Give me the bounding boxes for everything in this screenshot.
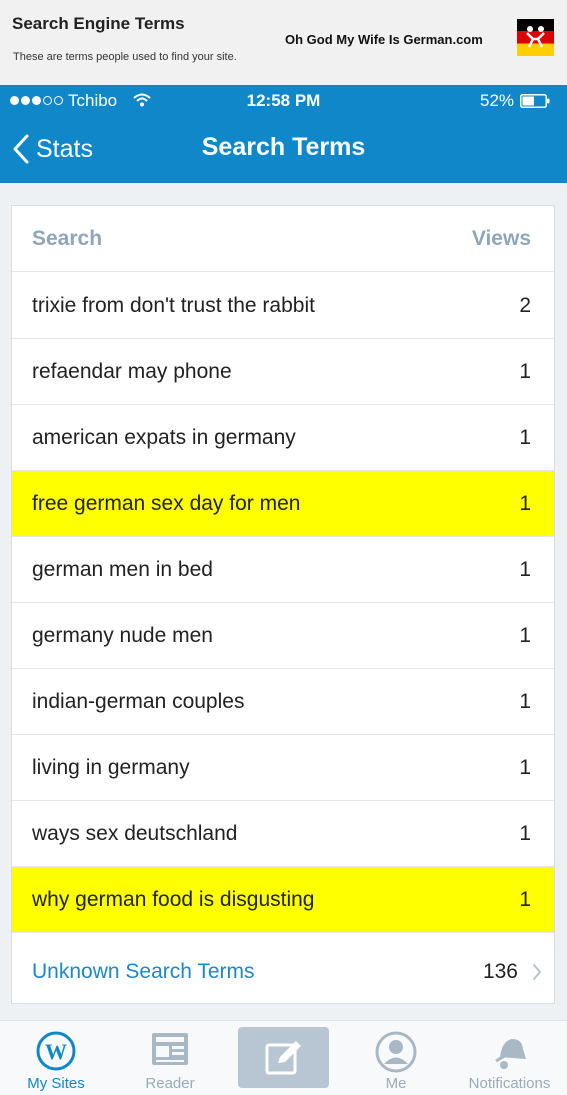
view-count: 1 (519, 756, 531, 779)
tab-my-sites[interactable]: W My Sites (0, 1021, 112, 1095)
search-term: living in germany (32, 756, 190, 779)
chevron-right-icon (533, 964, 542, 980)
table-row[interactable]: ways sex deutschland 1 (12, 801, 554, 867)
tab-me[interactable]: Me (340, 1021, 452, 1095)
unknown-search-terms-row[interactable]: Unknown Search Terms 136 (12, 939, 554, 1005)
search-term: free german sex day for men (32, 492, 301, 515)
me-icon (375, 1031, 417, 1073)
unknown-search-terms-count: 136 (482, 960, 518, 983)
unknown-search-terms-label: Unknown Search Terms (32, 960, 255, 983)
table-row[interactable]: trixie from don't trust the rabbit 2 (12, 273, 554, 339)
view-count: 1 (519, 690, 531, 713)
reader-icon (152, 1033, 188, 1065)
table-row[interactable]: american expats in germany 1 (12, 405, 554, 471)
view-count: 1 (519, 558, 531, 581)
view-count: 1 (519, 360, 531, 383)
search-term: indian-german couples (32, 690, 245, 713)
header-views: Views (471, 227, 531, 250)
app-header: Tchibo 12:58 PM 52% Stats Search Terms (0, 85, 567, 183)
nav-bar: Stats Search Terms (0, 117, 567, 183)
write-post-button[interactable] (238, 1027, 329, 1088)
battery-percent: 52% (480, 91, 515, 110)
tab-bar: W My Sites Reader Me Notifications (0, 1020, 567, 1095)
table-row[interactable]: refaendar may phone 1 (12, 339, 554, 405)
tab-label: Notifications (468, 1075, 551, 1092)
view-count: 2 (519, 294, 531, 317)
header-search: Search (32, 227, 103, 250)
tab-reader[interactable]: Reader (112, 1021, 228, 1095)
search-term: german men in bed (32, 558, 213, 581)
banner: Search Engine Terms These are terms peop… (0, 0, 567, 85)
battery-icon (520, 94, 550, 108)
view-count: 1 (519, 426, 531, 449)
table-row[interactable]: indian-german couples 1 (12, 669, 554, 735)
view-count: 1 (519, 888, 531, 911)
status-bar: Tchibo 12:58 PM 52% (0, 85, 567, 117)
tab-label: My Sites (27, 1075, 85, 1092)
brand-logo-icon (517, 19, 554, 56)
table-row[interactable]: german men in bed 1 (12, 537, 554, 603)
tab-notifications[interactable]: Notifications (452, 1021, 567, 1095)
table-row[interactable]: living in germany 1 (12, 735, 554, 801)
table-header: Search Views (12, 206, 554, 272)
tab-label: Me (385, 1075, 407, 1092)
page-title: Search Terms (201, 133, 366, 161)
brand-name: Oh God My Wife Is German.com (285, 32, 483, 47)
write-icon (265, 1041, 301, 1075)
table-row[interactable]: free german sex day for men 1 (12, 471, 554, 537)
search-term: germany nude men (32, 624, 213, 647)
banner-title: Search Engine Terms (12, 14, 185, 33)
view-count: 1 (519, 624, 531, 647)
search-term: ways sex deutschland (32, 822, 238, 845)
search-term: why german food is disgusting (32, 888, 315, 911)
notifications-icon (494, 1039, 526, 1069)
view-count: 1 (519, 822, 531, 845)
wordpress-icon: W (36, 1031, 76, 1071)
banner-subtitle: These are terms people used to find your… (13, 51, 237, 63)
view-count: 1 (519, 492, 531, 515)
table-row[interactable]: why german food is disgusting 1 (12, 867, 554, 933)
search-term: trixie from don't trust the rabbit (32, 294, 315, 317)
search-term: refaendar may phone (32, 360, 232, 383)
search-terms-card: Search Views trixie from don't trust the… (11, 205, 555, 1004)
search-term: american expats in germany (32, 426, 296, 449)
svg-text:W: W (45, 1039, 67, 1064)
tab-label: Reader (145, 1075, 195, 1092)
table-row[interactable]: germany nude men 1 (12, 603, 554, 669)
